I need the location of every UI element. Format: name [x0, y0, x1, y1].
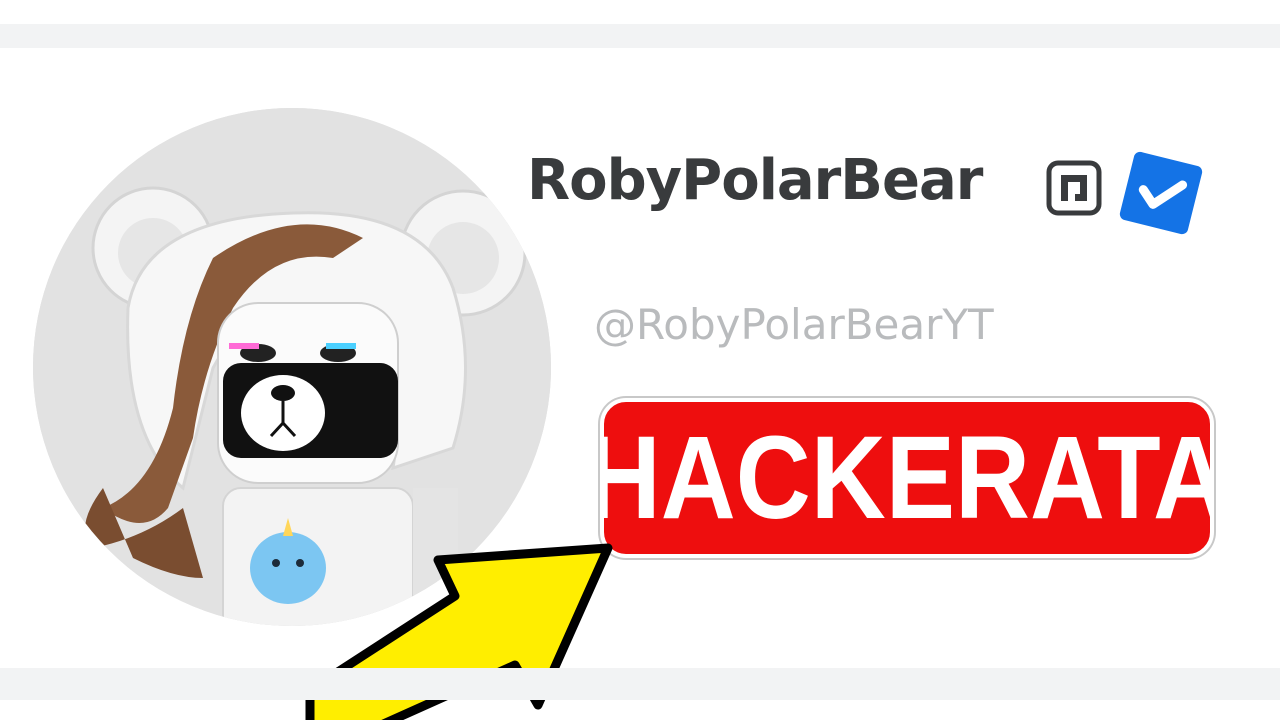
- hackerata-label: HACKERATA: [600, 398, 1214, 558]
- roblox-premium-icon: [1046, 160, 1102, 216]
- header-divider: [0, 24, 1280, 48]
- display-name: RobyPolarBear: [527, 148, 983, 213]
- profile-page: RobyPolarBear @RobyPolarBearYT HACKERATA: [0, 0, 1280, 720]
- footer-divider: [0, 668, 1280, 700]
- hackerata-text: HACKERATA: [600, 412, 1214, 544]
- username: @RobyPolarBearYT: [594, 300, 994, 349]
- verified-check-icon: [1119, 151, 1203, 235]
